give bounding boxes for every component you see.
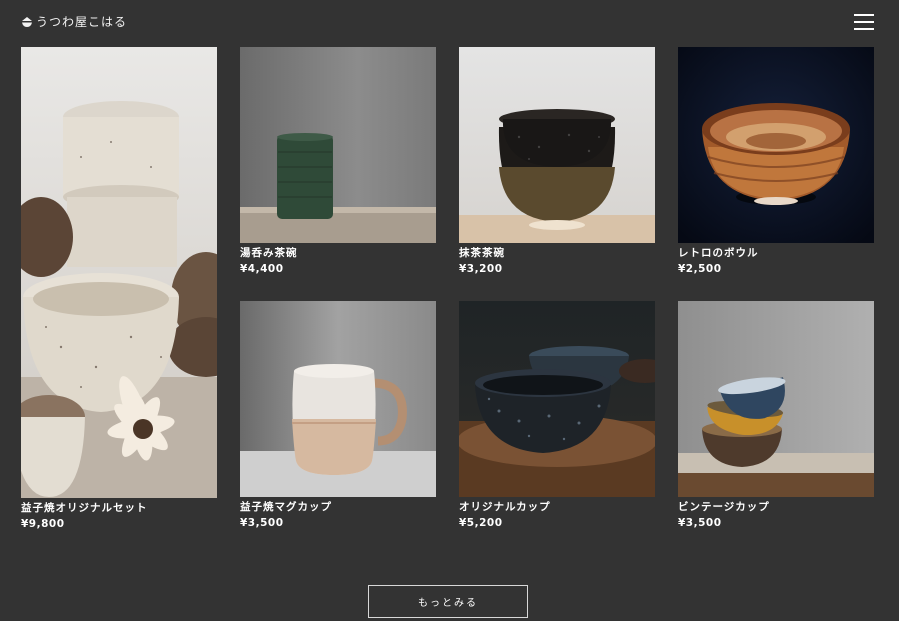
product-image-mashiko-mug bbox=[240, 301, 436, 497]
product-image-mashiko-set bbox=[21, 47, 217, 498]
product-name: 抹茶茶碗 bbox=[459, 247, 505, 259]
product-name: 湯呑み茶碗 bbox=[240, 247, 298, 259]
product-image-retro-bowl bbox=[678, 47, 874, 243]
more-button[interactable]: もっとみる bbox=[368, 585, 528, 618]
product-name: 益子焼オリジナルセット bbox=[21, 502, 148, 514]
product-price: ¥3,500 bbox=[678, 517, 722, 529]
product-card-original-cup[interactable]: オリジナルカップ ¥5,200 bbox=[459, 301, 655, 530]
product-card-mashiko-mug[interactable]: 益子焼マグカップ ¥3,500 bbox=[240, 301, 436, 530]
product-price: ¥4,400 bbox=[240, 263, 284, 275]
product-price: ¥3,200 bbox=[459, 263, 503, 275]
product-card-mashiko-set[interactable]: 益子焼オリジナルセット ¥9,800 bbox=[21, 47, 217, 531]
product-card-matcha-bowl[interactable]: 抹茶茶碗 ¥3,200 bbox=[459, 47, 655, 276]
product-card-yunomi[interactable]: 湯呑み茶碗 ¥4,400 bbox=[240, 47, 436, 276]
product-price: ¥9,800 bbox=[21, 518, 65, 530]
product-image-vintage-cup bbox=[678, 301, 874, 497]
product-price: ¥2,500 bbox=[678, 263, 722, 275]
product-image-yunomi bbox=[240, 47, 436, 243]
product-image-original-cup bbox=[459, 301, 655, 497]
product-name: 益子焼マグカップ bbox=[240, 501, 332, 513]
hamburger-menu-icon[interactable] bbox=[854, 14, 874, 30]
product-price: ¥3,500 bbox=[240, 517, 284, 529]
bowl-logo-icon bbox=[22, 16, 32, 27]
product-name: オリジナルカップ bbox=[459, 501, 551, 513]
product-name: ビンテージカップ bbox=[678, 501, 770, 513]
product-card-retro-bowl[interactable]: レトロのボウル ¥2,500 bbox=[678, 47, 874, 276]
product-name: レトロのボウル bbox=[678, 247, 759, 259]
product-image-matcha-bowl bbox=[459, 47, 655, 243]
logo-text: うつわ屋こはる bbox=[36, 15, 128, 29]
site-logo[interactable]: うつわ屋こはる bbox=[21, 13, 127, 30]
site-header: うつわ屋こはる bbox=[0, 0, 899, 44]
product-price: ¥5,200 bbox=[459, 517, 503, 529]
product-card-vintage-cup[interactable]: ビンテージカップ ¥3,500 bbox=[678, 301, 874, 530]
